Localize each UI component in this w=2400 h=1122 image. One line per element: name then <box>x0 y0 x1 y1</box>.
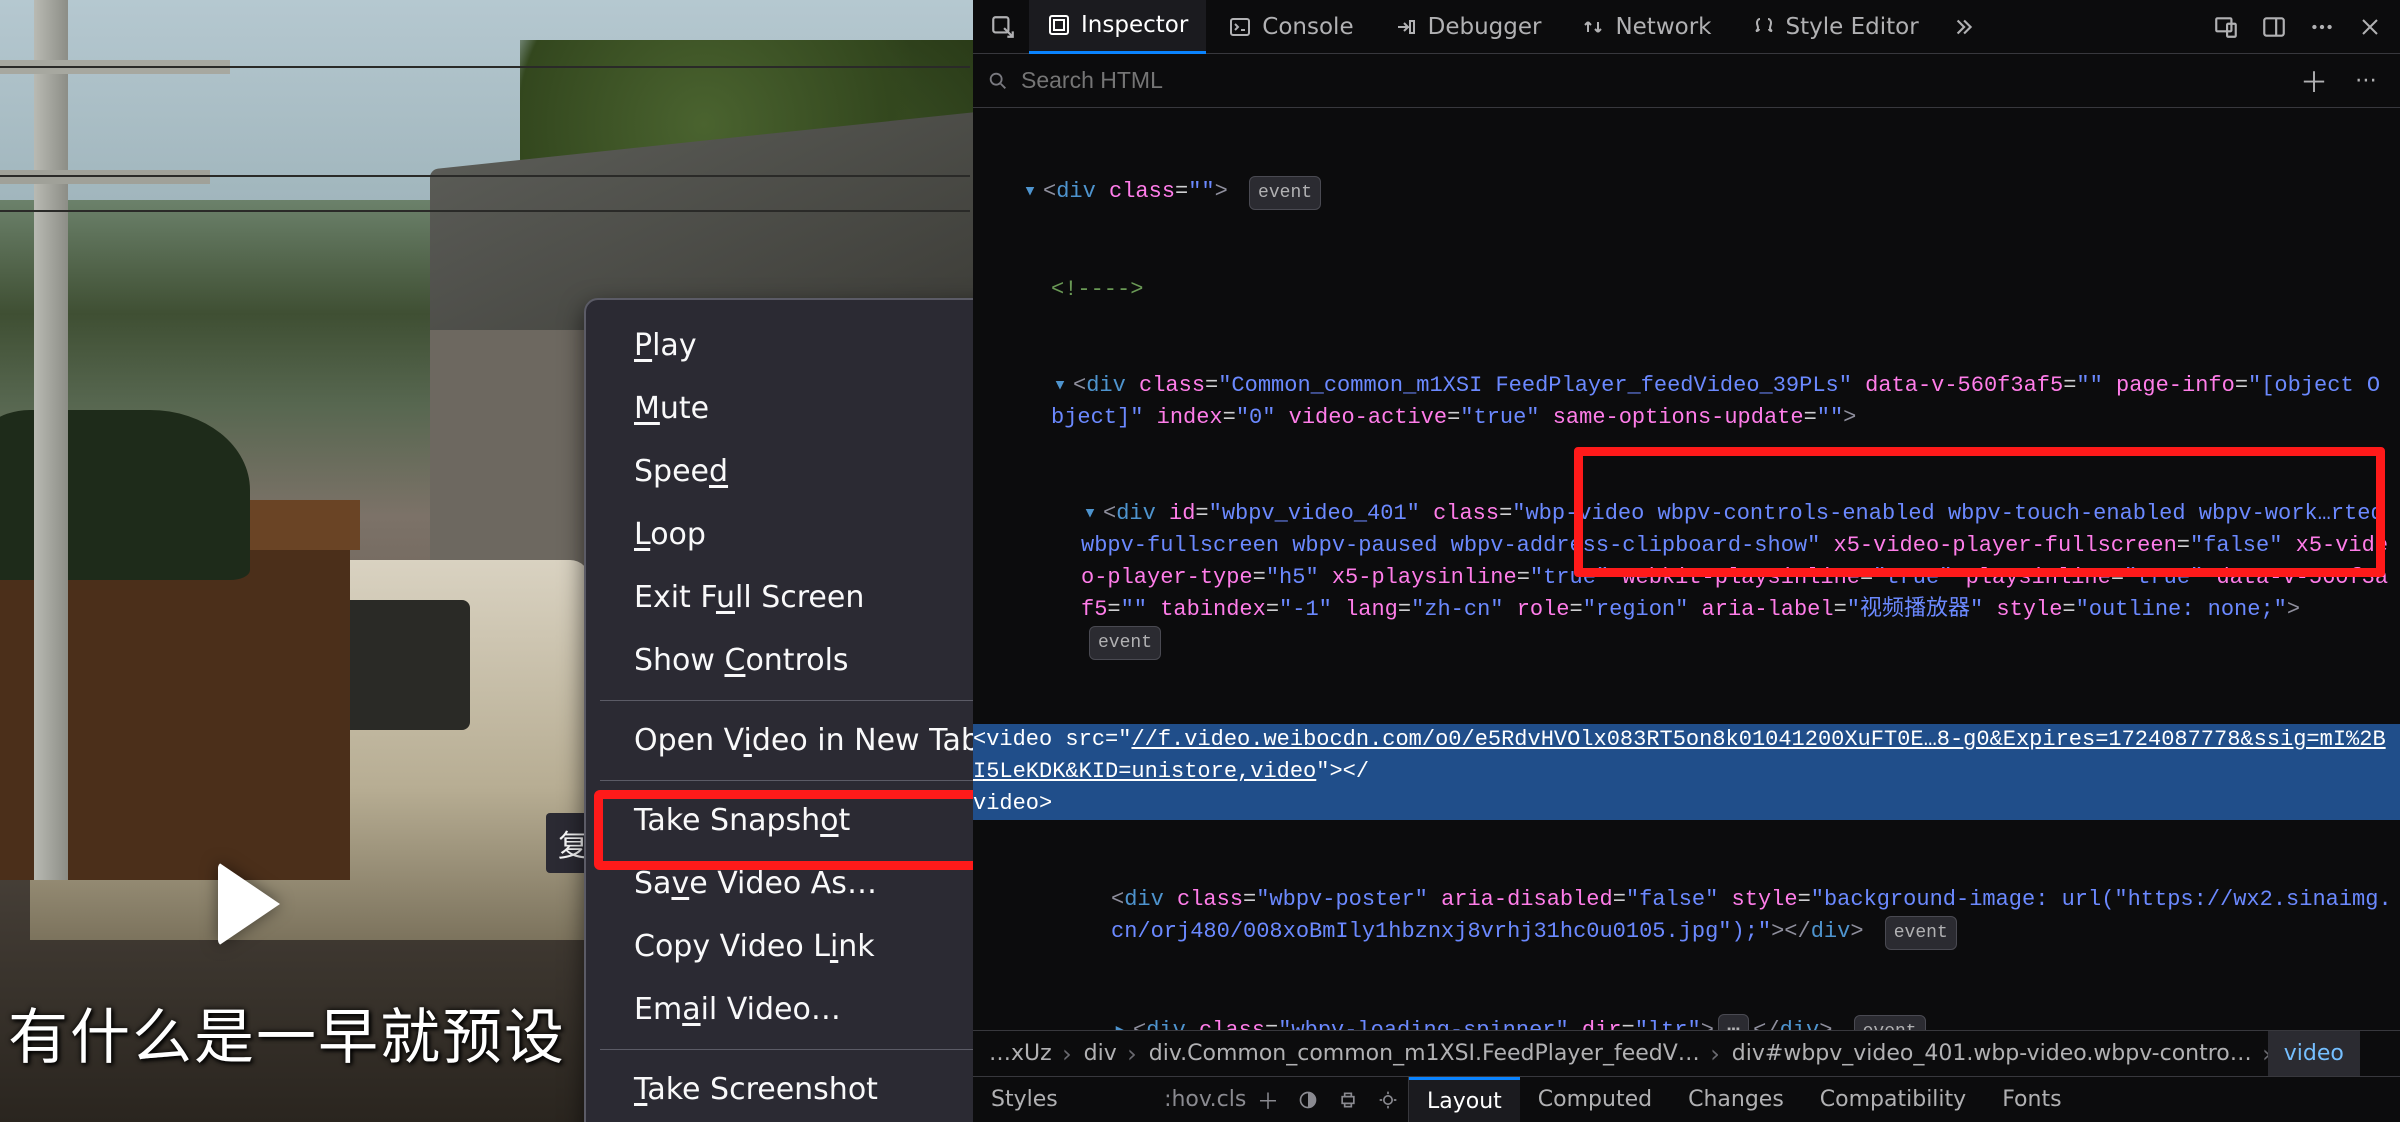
tab-console[interactable]: Console <box>1210 0 1371 54</box>
video-src-link[interactable]: //f.video.weibocdn.com/o0/e5RdvHVOlx083R… <box>973 727 2386 784</box>
cls-toggle[interactable]: .cls <box>1208 1087 1248 1112</box>
event-badge[interactable]: event <box>1885 916 1957 950</box>
rules-panel-tabs: Styles :hov .cls ＋ Layout Computed Chang… <box>973 1076 2400 1122</box>
responsive-mode-button[interactable] <box>2204 5 2248 49</box>
contrast-button[interactable] <box>1288 1090 1328 1110</box>
add-rule-button[interactable]: ＋ <box>1248 1084 1288 1116</box>
ctx-speed[interactable]: Speed❯ <box>586 440 973 503</box>
meatball-menu-button[interactable] <box>2300 5 2344 49</box>
tab-inspector[interactable]: Inspector <box>1029 0 1206 54</box>
tabs-overflow-button[interactable] <box>1941 5 1985 49</box>
dock-side-button[interactable] <box>2252 5 2296 49</box>
tab-style-editor[interactable]: Style Editor <box>1734 0 1937 54</box>
breadcrumb-item[interactable]: …xUz <box>973 1031 1068 1076</box>
style-editor-icon <box>1752 15 1776 39</box>
debugger-icon <box>1394 15 1418 39</box>
dom-node-selected[interactable]: <video src="//f.video.weibocdn.com/o0/e5… <box>973 724 2400 820</box>
dom-node[interactable]: ▸<div class="wbpv-loading-spinner" dir="… <box>973 1014 2400 1030</box>
ctx-open-new-tab[interactable]: Open Video in New Tab <box>586 709 973 772</box>
close-devtools-button[interactable] <box>2348 5 2392 49</box>
dom-tree[interactable]: ▾<div class=""> event <!----> ▾<div clas… <box>973 108 2400 1030</box>
event-badge[interactable]: event <box>1089 626 1161 660</box>
dom-node[interactable]: ▾<div id="wbpv_video_401" class="wbp-vid… <box>973 498 2400 660</box>
menu-separator <box>600 780 973 781</box>
pick-element-button[interactable] <box>981 5 1025 49</box>
ctx-copy-video-link[interactable]: Copy Video Link <box>586 915 973 978</box>
print-sim-button[interactable] <box>1328 1090 1368 1110</box>
video-subtitle: 有什么是一早就预设 <box>8 989 566 1076</box>
video-context-menu: Play Mute Speed❯ Loop Exit Full Screen S… <box>584 298 973 1122</box>
devtools-panel: Inspector Console Debugger Network Style… <box>973 0 2400 1122</box>
dom-node[interactable]: ▾<div class=""> event <box>973 176 2400 210</box>
ctx-save-video-as[interactable]: Save Video As… <box>586 852 973 915</box>
ctx-mute[interactable]: Mute <box>586 377 973 440</box>
console-icon <box>1228 15 1252 39</box>
video-player-area[interactable]: 有什么是一早就预设 复 Play Mute Speed❯ Loop Exit F… <box>0 0 973 1122</box>
dock-icon <box>2261 14 2287 40</box>
ctx-email-video[interactable]: Email Video… <box>586 978 973 1041</box>
add-node-button[interactable]: ＋ <box>2294 61 2334 101</box>
ctx-show-controls[interactable]: Show Controls <box>586 629 973 692</box>
tab-label: Style Editor <box>1786 14 1919 40</box>
menu-separator <box>600 700 973 701</box>
event-badge[interactable]: event <box>1249 176 1321 210</box>
tab-network[interactable]: Network <box>1563 0 1729 54</box>
breadcrumb-item-active[interactable]: video <box>2268 1031 2360 1076</box>
dom-breadcrumb[interactable]: …xUz div div.Common_common_m1XSI.FeedPla… <box>973 1030 2400 1076</box>
html-search-input[interactable] <box>1021 67 2282 94</box>
tab-label: Network <box>1615 14 1711 40</box>
tab-fonts[interactable]: Fonts <box>1984 1077 2079 1122</box>
search-icon <box>987 70 1009 92</box>
dom-node[interactable]: ▾<div class="Common_common_m1XSI FeedPla… <box>973 370 2400 434</box>
menu-separator <box>600 1049 973 1050</box>
tab-compatibility[interactable]: Compatibility <box>1802 1077 1984 1122</box>
tab-label: Console <box>1262 14 1353 40</box>
ctx-take-snapshot[interactable]: Take Snapshot <box>586 789 973 852</box>
ctx-take-screenshot[interactable]: Take Screenshot <box>586 1058 973 1121</box>
play-button[interactable] <box>218 862 314 958</box>
dom-node[interactable]: <div class="wbpv-poster" aria-disabled="… <box>973 884 2400 950</box>
breadcrumb-item[interactable]: div.Common_common_m1XSI.FeedPlayer_feedV… <box>1133 1031 1716 1076</box>
tab-changes[interactable]: Changes <box>1670 1077 1802 1122</box>
tab-debugger[interactable]: Debugger <box>1376 0 1560 54</box>
html-search-bar: ＋ ⋯ <box>973 54 2400 108</box>
inspector-icon <box>1047 13 1071 37</box>
tab-label: Inspector <box>1081 12 1188 38</box>
dom-node[interactable]: <!----> <box>973 274 2400 306</box>
styles-label: Styles <box>973 1087 1168 1112</box>
ctx-exit-fullscreen[interactable]: Exit Full Screen <box>586 566 973 629</box>
close-icon <box>2358 15 2382 39</box>
meatball-icon <box>2309 14 2335 40</box>
event-badge[interactable]: event <box>1854 1015 1926 1030</box>
breadcrumb-item[interactable]: div#wbpv_video_401.wbp-video.wbpv-contro… <box>1716 1031 2268 1076</box>
tab-computed[interactable]: Computed <box>1520 1077 1670 1122</box>
breadcrumb-item[interactable]: div <box>1068 1031 1133 1076</box>
ctx-play[interactable]: Play <box>586 314 973 377</box>
devtools-toolbar: Inspector Console Debugger Network Style… <box>973 0 2400 54</box>
chevrons-right-icon <box>1950 14 1976 40</box>
network-icon <box>1581 15 1605 39</box>
ctx-loop[interactable]: Loop <box>586 503 973 566</box>
tab-layout[interactable]: Layout <box>1409 1077 1520 1122</box>
color-scheme-button[interactable] <box>1368 1090 1408 1110</box>
hov-toggle[interactable]: :hov <box>1168 1087 1208 1112</box>
search-overflow-button[interactable]: ⋯ <box>2346 68 2386 93</box>
play-icon <box>218 862 280 946</box>
devices-icon <box>2213 14 2239 40</box>
tab-label: Debugger <box>1428 14 1542 40</box>
